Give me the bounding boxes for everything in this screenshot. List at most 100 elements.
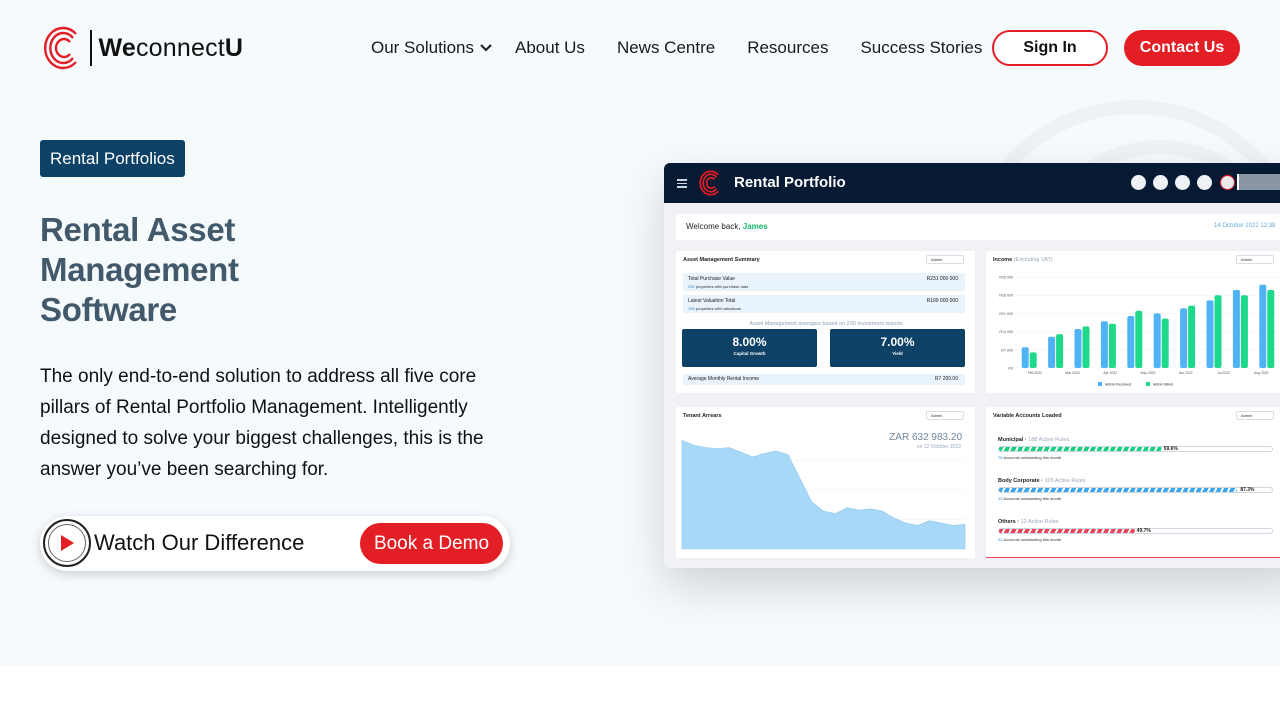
y-tick-label: R28 000	[999, 294, 1013, 298]
kpi-value: 7.00%	[880, 335, 915, 349]
kpi-value: 8.00%	[732, 335, 767, 349]
row-sub: 199 properties with valuations	[688, 306, 741, 311]
income-bar	[1029, 352, 1037, 368]
asset-summary-card: Asset Management Summary Admin Total Pur…	[676, 251, 975, 393]
watch-video-link[interactable]: Watch Our Difference	[94, 530, 304, 556]
help-icon	[1131, 175, 1146, 190]
income-bar	[1267, 290, 1275, 368]
nav-resources[interactable]: Resources	[747, 36, 828, 60]
arrears-date: on 12 October 2022	[916, 444, 961, 450]
x-tick-label: Jul 2022	[1217, 371, 1230, 375]
income-bar	[1074, 329, 1082, 368]
card-title: Variable Accounts Loaded	[993, 413, 1062, 419]
play-icon	[61, 535, 74, 551]
nav-success-stories[interactable]: Success Stories	[860, 36, 982, 60]
row-label: Total Purchase Value	[688, 276, 735, 282]
account-sub: 76 Accounts outstanding this month	[998, 455, 1062, 460]
nav-our-solutions[interactable]: Our Solutions	[371, 36, 492, 60]
arrears-area	[681, 439, 966, 550]
income-bar	[1188, 305, 1196, 368]
dashboard-logo-icon	[699, 170, 719, 196]
x-tick-label: Aug 2022	[1254, 371, 1269, 375]
income-bar	[1214, 295, 1222, 368]
welcome-text: Welcome back, James	[686, 222, 768, 231]
hero-section: WeconnectU Our Solutions About Us News C…	[0, 0, 1280, 666]
nav-label: Our Solutions	[371, 38, 474, 57]
variable-accounts-card: Variable Accounts Loaded Admin Municipal…	[986, 407, 1280, 558]
income-bar	[1240, 295, 1248, 368]
settings-icon	[1153, 175, 1168, 190]
nav-about-us[interactable]: About Us	[515, 36, 585, 60]
income-bar	[1161, 318, 1169, 368]
account-progress-fill	[999, 488, 1238, 492]
account-name: Others · 12 Active Rules	[998, 519, 1059, 525]
welcome-date: 14 October 2022 12:38	[1214, 223, 1276, 229]
rental-income-row: Average Monthly Rental Income R7 200.00	[683, 374, 965, 385]
menu-icon	[677, 179, 687, 190]
logo-divider	[90, 30, 92, 66]
row-label: Average Monthly Rental Income	[688, 376, 760, 382]
income-bar	[1153, 313, 1161, 368]
capital-growth-kpi: 8.00% Capital Growth	[682, 329, 817, 367]
income-bar	[1100, 321, 1108, 368]
legend-label: Admin Received	[1105, 383, 1131, 387]
income-bar	[1082, 326, 1090, 368]
legend-swatch	[1098, 382, 1102, 386]
play-video-button[interactable]	[43, 519, 91, 567]
dashboard-title: Rental Portfolio	[734, 174, 846, 191]
legend-swatch	[1146, 382, 1150, 386]
yield-kpi: 7.00% Yield	[830, 329, 965, 367]
chevron-down-icon	[480, 44, 492, 52]
row-value: R199 000 000	[926, 298, 958, 304]
search-bar	[1237, 174, 1280, 190]
arrears-chart	[681, 439, 966, 550]
row-sub: 230 properties with purchase data	[688, 284, 749, 289]
sign-in-button[interactable]: Sign In	[992, 30, 1108, 66]
category-badge: Rental Portfolios	[40, 140, 185, 177]
contact-us-button[interactable]: Contact Us	[1124, 30, 1240, 66]
y-tick-label: R21 000	[999, 312, 1013, 316]
x-tick-label: Mar 2022	[1065, 371, 1079, 375]
dashboard-preview: Rental Portfolio Welcome back, James 14 …	[664, 163, 1280, 568]
book-demo-button[interactable]: Book a Demo	[360, 523, 503, 564]
nav-news-centre[interactable]: News Centre	[617, 36, 715, 60]
kpi-label: Yield	[892, 351, 903, 356]
avatar	[1220, 175, 1235, 190]
row-label: Latest Valuation Total	[688, 298, 736, 304]
tenant-arrears-card: Tenant Arrears Admin ZAR 632 983.20 on 1…	[676, 407, 975, 558]
account-name: Municipal · 188 Active Rules	[998, 437, 1070, 443]
below-fold	[0, 666, 1280, 720]
valuation-row: Latest Valuation Total 199 properties wi…	[683, 295, 965, 313]
averages-caption: Asset Management averages based on 230 i…	[749, 321, 903, 327]
main-nav: Our Solutions About Us News Centre Resou…	[371, 36, 982, 60]
x-tick-label: Jun 2022	[1179, 371, 1193, 375]
welcome-card: Welcome back, James 14 October 2022 12:3…	[676, 214, 1280, 240]
card-accent-line	[986, 557, 1280, 558]
account-progress-fill	[999, 447, 1162, 451]
account-progress-track	[998, 487, 1273, 493]
play-ring	[48, 524, 86, 562]
y-tick-label: R0	[1008, 367, 1013, 371]
account-progress-value: 87.3%	[1240, 487, 1255, 493]
account-sub: 32 Accounts outstanding this month	[998, 537, 1062, 542]
income-card: Income (Excluding VAT) Admin R0 R7 000 R14…	[986, 251, 1280, 393]
globe-icon	[1175, 175, 1190, 190]
logo-icon	[43, 26, 77, 70]
dashboard-topbar: Rental Portfolio	[664, 163, 1280, 203]
purchase-row: Total Purchase Value 230 properties with…	[683, 273, 965, 291]
account-progress-track	[998, 528, 1273, 534]
income-bar	[1021, 347, 1029, 368]
account-progress-track	[998, 446, 1273, 452]
account-progress-fill	[999, 529, 1135, 533]
x-tick-label: May 2022	[1141, 371, 1156, 375]
income-bar	[1206, 300, 1214, 368]
logo-wordmark: WeconnectU	[98, 33, 244, 62]
brand-logo[interactable]: WeconnectU	[40, 24, 243, 72]
notification-icon	[1197, 175, 1212, 190]
cta-bar: Watch Our Difference Book a Demo	[40, 516, 510, 571]
income-bar	[1135, 310, 1143, 368]
y-tick-label: R7 000	[1001, 348, 1013, 352]
arrears-amount: ZAR 632 983.20	[889, 432, 962, 443]
income-bar	[1232, 290, 1240, 368]
account-progress-value: 59.6%	[1163, 446, 1178, 452]
